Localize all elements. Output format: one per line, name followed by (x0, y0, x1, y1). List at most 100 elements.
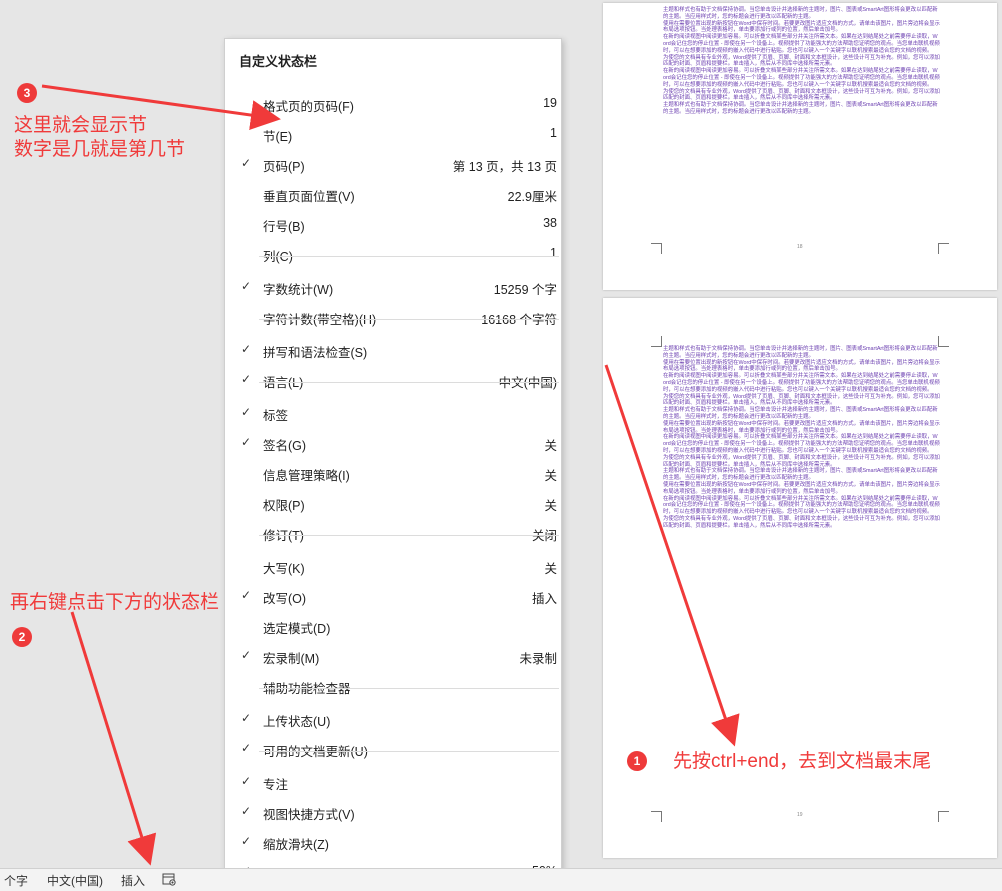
checkmark-icon: ✓ (241, 834, 252, 848)
status-insert-mode[interactable]: 插入 (121, 872, 145, 889)
menu-item[interactable]: ✓ 页码(P) 第 13 页，共 13 页 (225, 149, 561, 179)
checkmark-icon: ✓ (241, 648, 252, 662)
document-paragraph: 在新的阅读视图中阅读更加容易。可以折叠文档某些部分并关注所需文本。如果在达到结尾… (663, 373, 940, 393)
checkmark-icon: ✓ (241, 279, 252, 293)
menu-item-label: 行号(B) (263, 220, 305, 234)
document-paragraph: 在新的阅读视图中阅读更加容易。可以折叠文档某些部分并关注所需文本。如果在达到结尾… (663, 34, 940, 54)
step1-badge: 1 (627, 751, 647, 771)
document-page-top[interactable]: 主题和样式也有助于文档保持协调。当您单击设计并选择新的主题时，图片、图表或Sma… (603, 3, 997, 290)
status-word-count[interactable]: 个字 (4, 872, 28, 889)
menu-item[interactable]: 垂直页面位置(V) 22.9厘米 (225, 179, 561, 209)
menu-item[interactable]: 节(E) 1 (225, 119, 561, 149)
menu-item[interactable]: ✓ 缩放滑块(Z) (225, 827, 561, 857)
menu-item-label: 大写(K) (263, 562, 305, 576)
page-corner-mark (938, 811, 949, 822)
page-corner-mark (938, 243, 949, 254)
menu-item[interactable]: 辅助功能检查器 (225, 671, 561, 701)
document-paragraph: 主题和样式也有助于文档保持协调。当您单击设计并选择新的主题时，图片、图表或Sma… (663, 346, 938, 359)
menu-item-label: 格式页的页码(F) (263, 100, 354, 114)
document-paragraph: 在新的阅读视图中阅读更加容易。可以折叠文档某些部分并关注所需文本。如果在达到结尾… (663, 68, 940, 88)
menu-item[interactable]: ✓ 签名(G) 关 (225, 428, 561, 458)
page-corner-mark (651, 243, 662, 254)
document-paragraph: 主题和样式也有助于文档保持协调。当您单击设计并选择新的主题时，图片、图表或Sma… (663, 407, 938, 420)
menu-item-value: 1 (550, 126, 557, 140)
menu-item-value: 关 (544, 439, 557, 453)
menu-item-value: 1 (550, 246, 557, 260)
document-page-bottom[interactable]: 主题和样式也有助于文档保持协调。当您单击设计并选择新的主题时，图片、图表或Sma… (603, 298, 997, 858)
macro-record-icon[interactable] (161, 871, 177, 890)
menu-item-value: 19 (543, 96, 557, 110)
document-paragraph: 使用在需要位置出现的新按钮在Word中保存时间。若要更改图片适应文档的方式，请单… (663, 420, 940, 434)
menu-item-value: 关 (544, 499, 557, 513)
customize-status-bar-menu[interactable]: 自定义状态栏 格式页的页码(F) 19 节(E) 1 ✓ 页码(P) 第 13 页，共 13… (224, 38, 562, 882)
menu-separator (259, 382, 559, 383)
menu-item-value: 38 (543, 216, 557, 230)
menu-item[interactable]: ✓ 宏录制(M) 未录制 (225, 641, 561, 671)
menu-item[interactable]: ✓ 可用的文档更新(U) (225, 734, 561, 764)
menu-item[interactable]: ✓ 改写(O) 插入 (225, 581, 561, 611)
menu-item[interactable]: ✓ 视图快捷方式(V) (225, 797, 561, 827)
menu-item-label: 节(E) (263, 130, 293, 144)
menu-item-value: 15259 个字 (493, 283, 557, 297)
menu-item-value: 关 (544, 469, 557, 483)
step3-badge: 3 (17, 83, 37, 103)
document-paragraph: 为使您的文档具有专业外观，Word提供了页眉、页脚、封面和文本框设计，这些设计可… (663, 515, 940, 529)
document-paragraph: 为使您的文档具有专业外观，Word提供了页眉、页脚、封面和文本框设计，这些设计可… (663, 54, 940, 68)
menu-item[interactable]: ✓ 标签 (225, 398, 561, 428)
menu-item-label: 垂直页面位置(V) (263, 190, 355, 204)
page-corner-mark (651, 336, 662, 347)
checkmark-icon: ✓ (241, 588, 252, 602)
document-paragraph: 为使您的文档具有专业外观，Word提供了页眉、页脚、封面和文本框设计，这些设计可… (663, 454, 940, 468)
checkmark-icon: ✓ (241, 435, 252, 449)
menu-item-label: 标签 (263, 409, 289, 423)
menu-item[interactable]: ✓ 拼写和语法检查(S) (225, 335, 561, 365)
checkmark-icon: ✓ (241, 741, 252, 755)
document-paragraph: 为使您的文档具有专业外观，Word提供了页眉、页脚、封面和文本框设计，这些设计可… (663, 393, 940, 407)
menu-item[interactable]: 行号(B) 38 (225, 209, 561, 239)
step2-text: 再右键点击下方的状态栏 (10, 592, 220, 613)
checkmark-icon: ✓ (241, 156, 252, 170)
page-top-text: 主题和样式也有助于文档保持协调。当您单击设计并选择新的主题时，图片、图表或Sma… (663, 7, 940, 116)
page-bottom-text: 主题和样式也有助于文档保持协调。当您单击设计并选择新的主题时，图片、图表或Sma… (663, 346, 940, 530)
checkmark-icon: ✓ (241, 711, 252, 725)
step1-text: 先按ctrl+end，去到文档最末尾 (673, 751, 932, 772)
menu-item[interactable]: 修订(T) 关闭 (225, 518, 561, 548)
menu-item[interactable]: 格式页的页码(F) 19 (225, 89, 561, 119)
checkmark-icon: ✓ (241, 774, 252, 788)
menu-title: 自定义状态栏 (239, 54, 318, 69)
document-paragraph: 主题和样式也有助于文档保持协调。当您单击设计并选择新的主题时，图片、图表或Sma… (663, 468, 938, 482)
status-language[interactable]: 中文(中国) (47, 872, 103, 889)
page-number: 18 (797, 244, 803, 250)
menu-item[interactable]: 选定模式(D) (225, 611, 561, 641)
menu-item-label: 信息管理策略(I) (263, 469, 350, 483)
menu-separator (259, 256, 559, 257)
checkmark-icon: ✓ (241, 405, 252, 419)
menu-item-value: 22.9厘米 (507, 190, 557, 204)
document-paragraph: 使用在需要位置出现的新按钮在Word中保存时间。若要更改图片适应文档的方式，请单… (663, 359, 940, 373)
page-corner-mark (651, 811, 662, 822)
document-paragraph: 主题和样式也有助于文档保持协调。当您单击设计并选择新的主题时，图片、图表或Sma… (663, 102, 938, 115)
status-bar[interactable]: 个字 中文(中国) 插入 (0, 868, 1002, 891)
menu-item-label: 视图快捷方式(V) (263, 808, 355, 822)
document-paragraph: 主题和样式也有助于文档保持协调。当您单击设计并选择新的主题时，图片、图表或Sma… (663, 7, 938, 20)
menu-item-label: 字数统计(W) (263, 283, 334, 297)
menu-item[interactable]: 权限(P) 关 (225, 488, 561, 518)
menu-item[interactable]: ✓ 专注 (225, 767, 561, 797)
menu-item-label: 拼写和语法检查(S) (263, 346, 368, 360)
menu-item[interactable]: 大写(K) 关 (225, 551, 561, 581)
menu-item-label: 页码(P) (263, 160, 305, 174)
document-paragraph: 为使您的文档具有专业外观，Word提供了页眉、页脚、封面和文本框设计，这些设计可… (663, 88, 940, 102)
menu-item-value: 关 (544, 562, 557, 576)
menu-item[interactable]: ✓ 语言(L) 中文(中国) (225, 365, 561, 395)
menu-item[interactable]: ✓ 字数统计(W) 15259 个字 (225, 272, 561, 302)
menu-item-label: 专注 (263, 778, 289, 792)
checkmark-icon: ✓ (241, 372, 252, 386)
checkmark-icon: ✓ (241, 342, 252, 356)
menu-item[interactable]: ✓ 上传状态(U) (225, 704, 561, 734)
menu-item[interactable]: 信息管理策略(I) 关 (225, 458, 561, 488)
menu-item-label: 权限(P) (263, 499, 305, 513)
menu-item-label: 改写(O) (263, 592, 307, 606)
menu-item-label: 选定模式(D) (263, 622, 331, 636)
menu-item[interactable]: 列(C) 1 (225, 239, 561, 269)
menu-item[interactable]: 字符计数(带空格)(H) 16168 个字符 (225, 302, 561, 332)
